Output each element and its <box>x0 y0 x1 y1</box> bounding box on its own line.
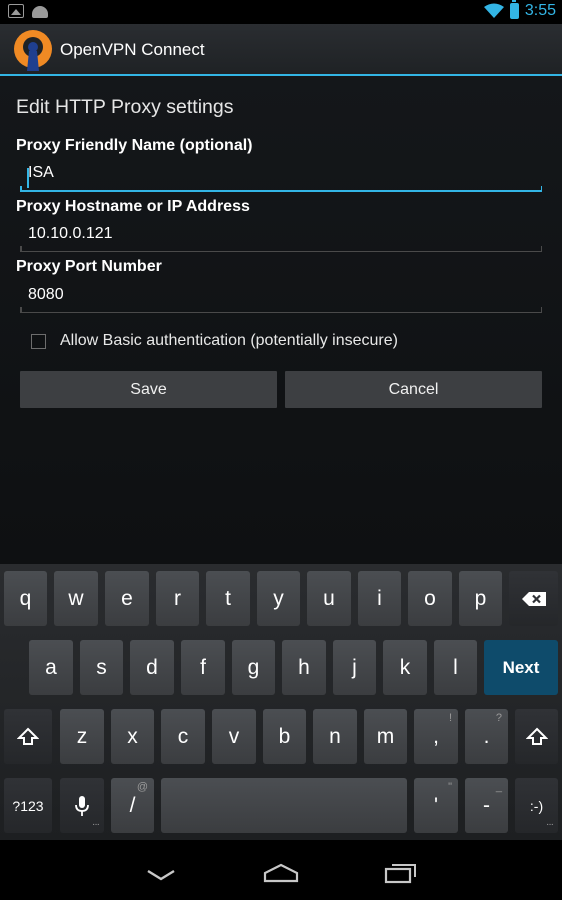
action-bar-divider <box>0 74 562 76</box>
key-y[interactable]: y <box>257 571 300 626</box>
more-dots-icon: ··· <box>546 819 554 830</box>
voice-input-key[interactable]: ··· <box>60 778 104 833</box>
key-a[interactable]: a <box>29 640 73 695</box>
slash-char: / <box>129 793 136 817</box>
save-button[interactable]: Save <box>20 371 277 408</box>
key-k[interactable]: k <box>383 640 427 695</box>
home-icon[interactable] <box>263 863 299 883</box>
key-f[interactable]: f <box>181 640 225 695</box>
dash-hint: _ <box>495 781 502 793</box>
key-o[interactable]: o <box>408 571 452 626</box>
port-input[interactable] <box>20 277 542 313</box>
key-e[interactable]: e <box>105 571 149 626</box>
recent-apps-icon[interactable] <box>384 862 418 884</box>
input-edge <box>540 186 542 192</box>
key-c[interactable]: c <box>161 709 205 764</box>
input-edge <box>20 307 22 313</box>
port-label: Proxy Port Number <box>16 258 162 275</box>
key-b[interactable]: b <box>263 709 306 764</box>
openvpn-logo-icon[interactable] <box>10 27 56 73</box>
key-s[interactable]: s <box>80 640 123 695</box>
key-j[interactable]: j <box>333 640 376 695</box>
dash-char: - <box>483 793 490 817</box>
gallery-notification-icon <box>8 4 24 18</box>
space-key[interactable] <box>161 778 407 833</box>
input-edge <box>540 246 542 252</box>
slash-hint: @ <box>136 781 148 793</box>
key-p[interactable]: p <box>459 571 502 626</box>
shift-key-right[interactable] <box>515 709 558 764</box>
app-title: OpenVPN Connect <box>60 40 205 59</box>
more-dots-icon: ··· <box>92 819 100 830</box>
input-edge <box>540 307 542 313</box>
comma-char: , <box>433 724 439 748</box>
key-q[interactable]: q <box>4 571 47 626</box>
backspace-icon <box>521 591 546 606</box>
key-period[interactable]: . ? <box>465 709 508 764</box>
apostrophe-hint: " <box>448 781 452 793</box>
hostname-input[interactable] <box>20 216 542 252</box>
key-x[interactable]: x <box>111 709 154 764</box>
key-l[interactable]: l <box>434 640 477 695</box>
basic-auth-checkbox[interactable] <box>31 334 46 349</box>
hostname-label: Proxy Hostname or IP Address <box>16 198 250 215</box>
symbols-key[interactable]: ?123 <box>4 778 52 833</box>
shift-icon <box>525 727 548 745</box>
next-key[interactable]: Next <box>484 640 558 695</box>
status-time: 3:55 <box>524 2 556 19</box>
shift-icon <box>17 727 39 745</box>
status-bar: 3:55 <box>0 0 562 24</box>
key-u[interactable]: u <box>307 571 351 626</box>
key-w[interactable]: w <box>54 571 98 626</box>
page-title: Edit HTTP Proxy settings <box>16 96 234 118</box>
key-dash[interactable]: - _ <box>465 778 508 833</box>
input-edge <box>20 246 22 252</box>
wifi-icon <box>483 3 504 18</box>
key-v[interactable]: v <box>212 709 256 764</box>
smiley-key[interactable]: :-) ··· <box>515 778 558 833</box>
key-i[interactable]: i <box>358 571 401 626</box>
android-notification-icon <box>32 6 48 18</box>
friendly-name-input[interactable] <box>20 156 542 192</box>
period-hint: ? <box>495 712 502 724</box>
basic-auth-label[interactable]: Allow Basic authentication (potentially … <box>60 332 398 350</box>
backspace-key[interactable] <box>509 571 558 626</box>
cancel-button[interactable]: Cancel <box>285 371 542 408</box>
text-cursor <box>27 168 29 188</box>
friendly-name-label: Proxy Friendly Name (optional) <box>16 137 253 154</box>
shift-key-left[interactable] <box>4 709 52 764</box>
key-apostrophe[interactable]: ' " <box>414 778 458 833</box>
key-n[interactable]: n <box>313 709 357 764</box>
microphone-icon <box>75 795 89 816</box>
key-r[interactable]: r <box>156 571 199 626</box>
key-d[interactable]: d <box>130 640 174 695</box>
apostrophe-char: ' <box>433 793 438 817</box>
key-m[interactable]: m <box>364 709 407 764</box>
key-comma[interactable]: , ! <box>414 709 458 764</box>
key-h[interactable]: h <box>282 640 326 695</box>
key-z[interactable]: z <box>60 709 104 764</box>
key-t[interactable]: t <box>206 571 250 626</box>
smiley-char: :-) <box>529 797 544 814</box>
key-g[interactable]: g <box>232 640 275 695</box>
period-char: . <box>483 724 490 748</box>
input-edge <box>20 186 22 192</box>
comma-hint: ! <box>448 712 452 724</box>
battery-icon <box>509 0 519 19</box>
key-slash[interactable]: / @ <box>111 778 154 833</box>
back-down-chevron-icon[interactable] <box>146 868 176 882</box>
